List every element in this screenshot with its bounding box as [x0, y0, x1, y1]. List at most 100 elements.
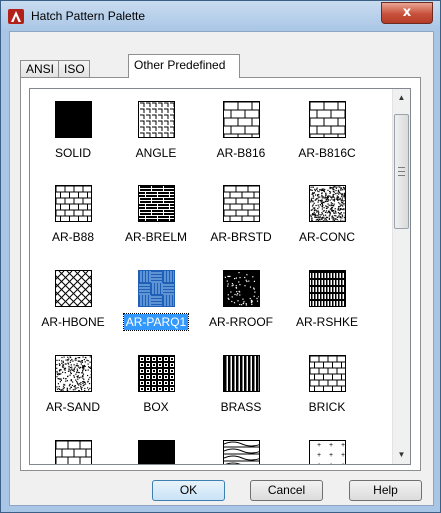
ok-button[interactable]: OK — [152, 480, 225, 501]
pattern-name-text: AR-B816C — [298, 146, 356, 160]
pattern-name-text: AR-BRELM — [124, 230, 187, 244]
brick-large-pattern-icon — [223, 101, 260, 138]
solid-pattern-icon — [55, 101, 92, 138]
pattern-cell[interactable]: AR-SAND — [30, 343, 116, 423]
sand-pattern-icon — [55, 355, 92, 392]
brick-standard-pattern-icon — [223, 185, 260, 222]
close-button[interactable]: x — [381, 2, 433, 24]
brick-large-pattern-icon — [309, 101, 346, 138]
pattern-cell[interactable]: BOX — [113, 343, 199, 423]
svg-text:+: + — [329, 452, 333, 459]
pattern-name: AR-SAND — [30, 400, 116, 414]
roof-pattern-icon — [223, 270, 260, 307]
dots-partial-pattern-icon: ++++++++++++ — [309, 440, 346, 464]
scroll-thumb[interactable] — [394, 114, 409, 229]
pattern-name: AR-RSHKE — [284, 315, 370, 329]
pattern-name-text: BOX — [143, 400, 169, 414]
brick-pattern-icon — [309, 355, 346, 392]
tab-iso[interactable]: ISO — [58, 60, 90, 77]
solid-partial-pattern-icon — [138, 440, 175, 464]
pattern-cell[interactable]: ++++++++++++ — [284, 428, 370, 464]
pattern-name: BRASS — [198, 400, 284, 414]
pattern-cell[interactable]: AR-BRELM — [113, 173, 199, 253]
tab-other-predefined[interactable]: Other Predefined — [128, 54, 240, 78]
pattern-name: AR-B88 — [30, 230, 116, 244]
pattern-list[interactable]: SOLID ANGLE AR-B816 AR-B816C AR-B88 AR-BRELM A… — [29, 88, 411, 465]
cancel-button[interactable]: Cancel — [250, 480, 323, 501]
autocad-logo-icon — [8, 9, 24, 24]
pattern-name-text: BRICK — [308, 400, 346, 414]
pattern-cell[interactable]: AR-BRSTD — [198, 173, 284, 253]
pattern-cell[interactable]: AR-B816C — [284, 89, 370, 169]
pattern-cell[interactable]: AR-RROOF — [198, 258, 284, 338]
pattern-name: AR-B816 — [198, 146, 284, 160]
brick-dense-pattern-icon — [138, 185, 175, 222]
pattern-name-text: AR-RROOF — [209, 315, 273, 329]
pattern-name: AR-CONC — [284, 230, 370, 244]
svg-text:+: + — [329, 442, 333, 449]
pattern-cell[interactable]: BRICK — [284, 343, 370, 423]
help-button[interactable]: Help — [349, 480, 422, 501]
pattern-name: BOX — [113, 400, 199, 414]
scroll-down-arrow-icon[interactable]: ▼ — [393, 446, 410, 463]
herringbone-pattern-icon — [55, 270, 92, 307]
brass-pattern-icon — [223, 355, 260, 392]
pattern-name: BRICK — [284, 400, 370, 414]
scroll-up-arrow-icon[interactable]: ▲ — [393, 89, 410, 106]
pattern-name: SOLID — [30, 146, 116, 160]
pattern-cell[interactable]: AR-RSHKE — [284, 258, 370, 338]
pattern-cell[interactable]: AR-B816 — [198, 89, 284, 169]
pattern-grid: SOLID ANGLE AR-B816 AR-B816C AR-B88 AR-BRELM A… — [30, 89, 392, 464]
grip-icon — [398, 167, 405, 176]
svg-text:+: + — [317, 452, 321, 459]
pattern-name-text: AR-BRSTD — [210, 230, 272, 244]
pattern-name-text: AR-CONC — [299, 230, 355, 244]
vertical-scrollbar[interactable]: ▲ ▼ — [392, 89, 410, 464]
pattern-cell[interactable]: AR-B88 — [30, 173, 116, 253]
pattern-name: AR-BRELM — [113, 230, 199, 244]
pattern-name-text: AR-RSHKE — [295, 315, 358, 329]
angle-pattern-icon — [138, 101, 175, 138]
pattern-name: AR-PARQ1 — [113, 313, 199, 331]
pattern-name-text: AR-B88 — [51, 230, 95, 244]
pattern-name: AR-B816C — [284, 146, 370, 160]
pattern-cell[interactable] — [30, 428, 116, 464]
pattern-cell[interactable]: SOLID — [30, 89, 116, 169]
pattern-cell[interactable]: AR-HBONE — [30, 258, 116, 338]
pattern-name: ANGLE — [113, 146, 199, 160]
svg-text:+: + — [317, 462, 321, 464]
shake-pattern-icon — [309, 270, 346, 307]
pattern-name-text: BRASS — [220, 400, 262, 414]
concrete-pattern-icon — [309, 185, 346, 222]
pattern-name-text: AR-SAND — [45, 400, 100, 414]
svg-text:+: + — [329, 462, 333, 464]
pattern-name: AR-RROOF — [198, 315, 284, 329]
box-pattern-icon — [138, 355, 175, 392]
window-title: Hatch Pattern Palette — [31, 9, 146, 23]
pattern-name: AR-HBONE — [30, 315, 116, 329]
pattern-cell[interactable] — [198, 428, 284, 464]
svg-text:+: + — [341, 452, 345, 459]
pattern-name-text: AR-B816 — [216, 146, 266, 160]
svg-text:+: + — [341, 462, 345, 464]
pattern-cell[interactable]: BRASS — [198, 343, 284, 423]
title-bar[interactable]: Hatch Pattern Palette x — [1, 1, 440, 31]
parquet-pattern-icon — [138, 270, 175, 307]
brick-pattern-icon — [55, 185, 92, 222]
close-icon: x — [402, 5, 412, 20]
pattern-cell[interactable]: ANGLE — [113, 89, 199, 169]
pattern-cell[interactable]: AR-CONC — [284, 173, 370, 253]
dialog-body: ANSI ISO Other Predefined SOLID ANGLE AR-B… — [9, 31, 434, 506]
pattern-name-text: AR-HBONE — [41, 315, 105, 329]
svg-text:+: + — [317, 442, 321, 449]
pattern-name-text: AR-PARQ1 — [122, 313, 190, 331]
pattern-cell[interactable]: AR-PARQ1 — [113, 258, 199, 338]
svg-text:+: + — [341, 442, 345, 449]
hatch-pattern-palette-window: Hatch Pattern Palette x ANSI ISO Other P… — [0, 0, 441, 513]
pattern-cell[interactable] — [113, 428, 199, 464]
wave-partial-pattern-icon — [223, 440, 260, 464]
pattern-name: AR-BRSTD — [198, 230, 284, 244]
pattern-name-text: ANGLE — [135, 146, 177, 160]
tab-ansi[interactable]: ANSI — [20, 60, 59, 77]
pattern-name-text: SOLID — [54, 146, 91, 160]
